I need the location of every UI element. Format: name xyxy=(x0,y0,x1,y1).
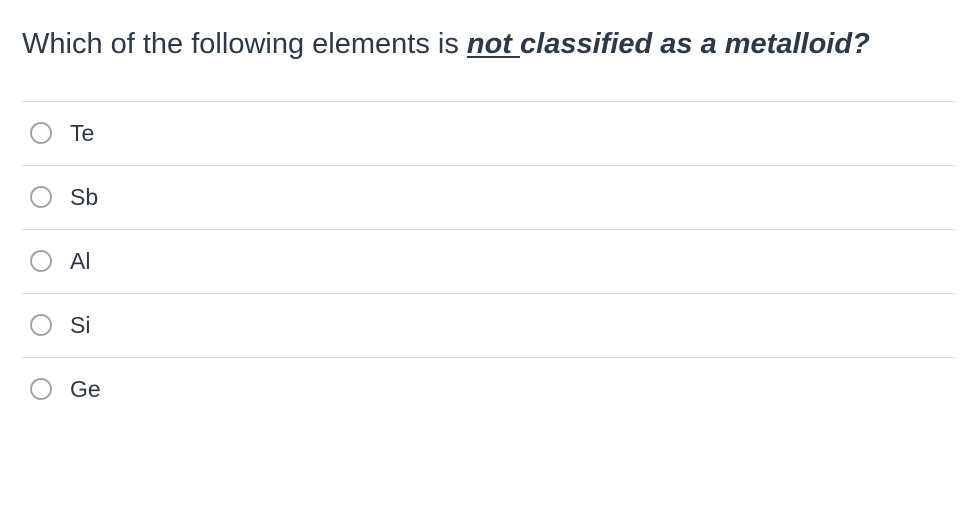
option-label: Te xyxy=(70,120,94,147)
radio-icon[interactable] xyxy=(30,122,52,144)
option-label: Si xyxy=(70,312,90,339)
radio-icon[interactable] xyxy=(30,314,52,336)
radio-icon[interactable] xyxy=(30,250,52,272)
option-row-0[interactable]: Te xyxy=(22,102,956,166)
question-emphasis-underline: not xyxy=(467,28,520,60)
option-row-3[interactable]: Si xyxy=(22,294,956,358)
option-label: Al xyxy=(70,248,90,275)
question-prefix: Which of the following elements is xyxy=(22,28,467,60)
options-list: Te Sb Al Si Ge xyxy=(22,101,956,421)
option-label: Sb xyxy=(70,184,98,211)
option-row-4[interactable]: Ge xyxy=(22,358,956,421)
option-label: Ge xyxy=(70,376,101,403)
option-row-2[interactable]: Al xyxy=(22,230,956,294)
question-text: Which of the following elements is not c… xyxy=(22,24,956,65)
option-row-1[interactable]: Sb xyxy=(22,166,956,230)
radio-icon[interactable] xyxy=(30,378,52,400)
radio-icon[interactable] xyxy=(30,186,52,208)
question-emphasis-rest: classified as a metalloid? xyxy=(520,28,870,60)
